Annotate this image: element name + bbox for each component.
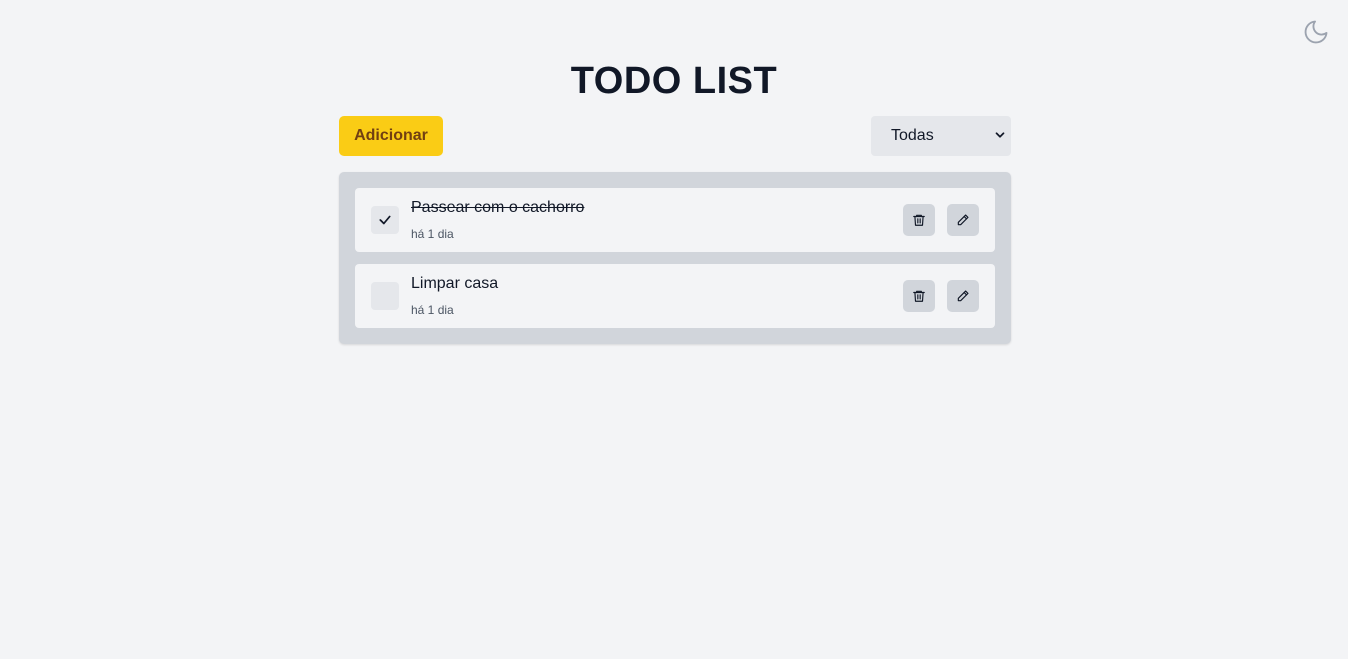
- chevron-down-icon: [995, 132, 1005, 138]
- todo-title: Limpar casa: [411, 275, 499, 292]
- trash-icon: [913, 214, 925, 226]
- delete-button[interactable]: [903, 280, 935, 312]
- todo-item: Limpar casa há 1 dia: [355, 264, 995, 328]
- pencil-icon: [957, 290, 969, 302]
- todo-time: há 1 dia: [411, 227, 454, 241]
- todo-checkbox[interactable]: [371, 206, 399, 234]
- add-button[interactable]: Adicionar: [339, 116, 443, 156]
- trash-icon: [913, 290, 925, 302]
- check-icon: [379, 215, 391, 225]
- theme-toggle-button[interactable]: [1302, 18, 1330, 46]
- todo-list: Passear com o cachorro há 1 dia Limpar c…: [339, 172, 1011, 344]
- todo-time: há 1 dia: [411, 303, 454, 317]
- filter-select[interactable]: Todas: [871, 116, 1011, 156]
- moon-icon: [1304, 20, 1328, 44]
- todo-checkbox[interactable]: [371, 282, 399, 310]
- edit-button[interactable]: [947, 280, 979, 312]
- delete-button[interactable]: [903, 204, 935, 236]
- edit-button[interactable]: [947, 204, 979, 236]
- filter-selected-value: Todas: [891, 127, 934, 144]
- todo-title: Passear com o cachorro: [411, 199, 585, 216]
- page-title: TODO LIST: [570, 60, 778, 102]
- todo-item: Passear com o cachorro há 1 dia: [355, 188, 995, 252]
- pencil-icon: [957, 214, 969, 226]
